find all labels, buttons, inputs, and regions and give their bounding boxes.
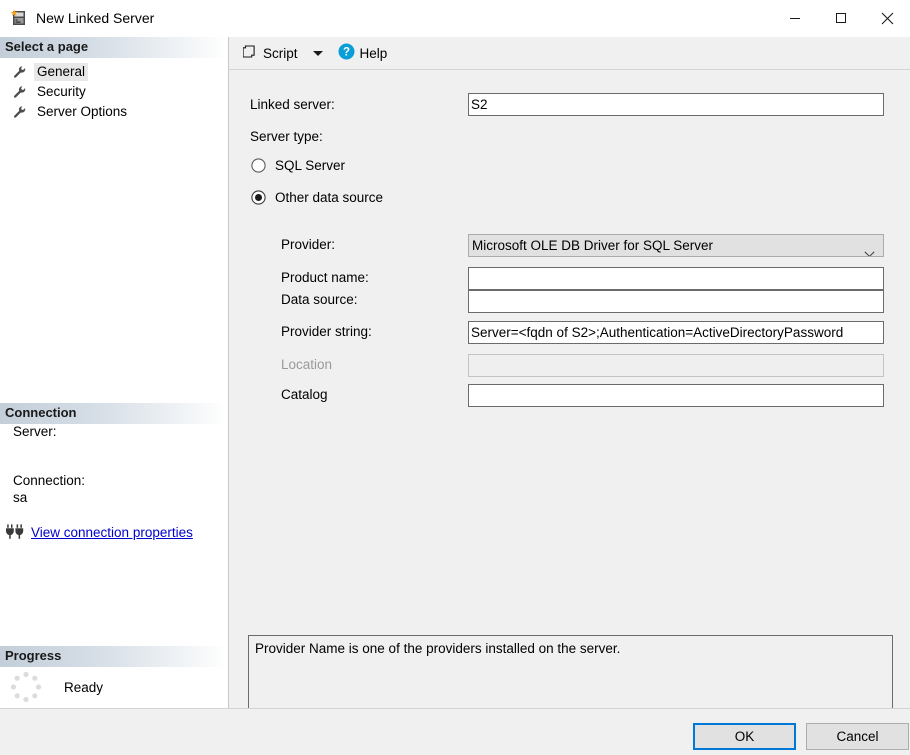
dialog-footer: OK Cancel [0,708,910,755]
provider-string-label: Provider string: [281,324,372,339]
page-list: General Security Server Options [0,58,228,122]
server-type-label: Server type: [250,129,323,144]
sidebar-item-label: Security [34,83,89,101]
ok-button[interactable]: OK [693,723,796,750]
sidebar-item-security[interactable]: Security [0,82,228,102]
description-text: Provider Name is one of the providers in… [255,641,620,656]
catalog-label: Catalog [281,387,328,402]
title-bar: New Linked Server [0,0,910,38]
chevron-down-icon [864,243,875,257]
sidebar-item-server-options[interactable]: Server Options [0,102,228,122]
new-linked-server-icon [9,8,29,28]
chevron-down-icon [313,51,323,56]
connection-user-value: sa [13,490,228,505]
help-button-label: Help [360,46,388,61]
data-source-label: Data source: [281,292,358,307]
connection-user-label: Connection: [13,473,228,488]
location-label: Location [281,357,332,372]
connection-server-label: Server: [13,424,228,439]
location-input [468,354,884,377]
wrench-icon [12,64,28,80]
radio-sql-server[interactable]: SQL Server [251,158,345,173]
radio-other-data-source-label: Other data source [275,190,383,205]
sidebar-item-label: Server Options [34,103,130,121]
general-form: Linked server: S2 Server type: SQL Serve… [229,70,910,708]
wrench-icon [12,84,28,100]
sidebar-item-label: General [34,63,88,81]
sidebar-item-general[interactable]: General [0,62,228,82]
radio-selected-icon [251,190,266,205]
script-button-label: Script [263,46,298,61]
connection-server-value [13,441,228,473]
linked-server-input[interactable]: S2 [468,93,884,116]
product-name-label: Product name: [281,270,369,285]
script-dropdown-button[interactable] [302,41,334,65]
content-panel: Script ? Help Linked server: S2 Server t… [229,37,910,708]
cancel-button[interactable]: Cancel [806,723,909,750]
progress-status-text: Ready [64,680,103,695]
connection-plugs-icon [5,523,25,541]
sidebar: Select a page General Security [0,37,229,708]
catalog-input[interactable] [468,384,884,407]
maximize-button[interactable] [818,0,864,36]
provider-combobox[interactable]: Microsoft OLE DB Driver for SQL Server [468,234,884,257]
minimize-button[interactable] [772,0,818,36]
progress-spinner-icon [7,668,45,706]
select-a-page-header: Select a page [0,37,228,58]
script-button[interactable]: Script [239,41,302,65]
script-page-icon [243,44,258,62]
provider-string-input[interactable]: Server=<fqdn of S2>;Authentication=Activ… [468,321,884,344]
connection-section-header: Connection [0,403,228,424]
view-connection-properties-row[interactable]: View connection properties [5,523,228,541]
radio-sql-server-label: SQL Server [275,158,345,173]
connection-section: Server: Connection: sa View connection p… [0,424,228,541]
help-question-icon: ? [338,43,355,63]
linked-server-label: Linked server: [250,97,335,112]
progress-section-header: Progress [0,646,228,667]
provider-combobox-value: Microsoft OLE DB Driver for SQL Server [472,238,713,253]
view-connection-properties-link[interactable]: View connection properties [31,525,193,540]
data-source-input[interactable] [468,290,884,313]
radio-unselected-icon [251,158,266,173]
dialog-toolbar: Script ? Help [229,37,910,70]
close-button[interactable] [864,0,910,36]
progress-section: Ready [0,668,228,706]
radio-other-data-source[interactable]: Other data source [251,190,383,205]
window-caption-buttons [772,0,910,36]
wrench-icon [12,104,28,120]
window-title: New Linked Server [36,10,154,26]
provider-label: Provider: [281,237,335,252]
svg-text:?: ? [343,47,350,59]
help-button[interactable]: ? Help [334,41,392,65]
product-name-input[interactable] [468,267,884,290]
